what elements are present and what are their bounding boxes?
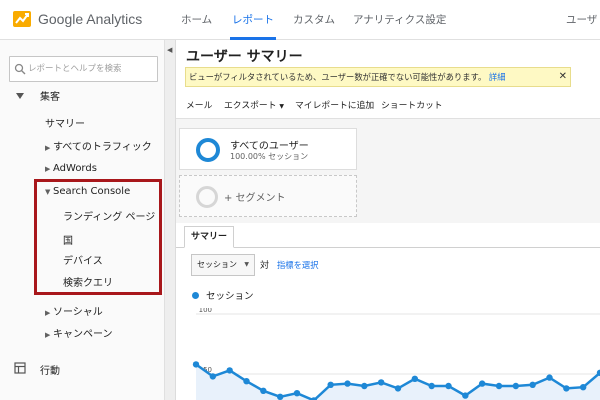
data-point[interactable]	[563, 385, 570, 392]
chevron-down-icon: ▼	[244, 261, 249, 268]
y-tick-label: 100	[199, 308, 212, 314]
caret-right-icon: ▶	[45, 331, 51, 339]
sidebar-section-behavior[interactable]: 行動	[40, 362, 60, 377]
legend-dot-icon	[192, 292, 199, 299]
tab-reports[interactable]: レポート	[230, 0, 276, 40]
sidebar-item-label: ソーシャル	[53, 307, 103, 318]
collapse-arrow-icon: ◀	[167, 46, 173, 54]
filter-warning: ビューがフィルタされているため、ユーザー数が正確でない可能性があります。 詳細 …	[185, 67, 571, 87]
data-point[interactable]	[428, 382, 435, 390]
shortcut-button[interactable]: ショートカット	[381, 98, 443, 111]
google-analytics-logo[interactable]: Google Analytics	[12, 8, 142, 30]
sessions-line-chart: 10050	[192, 308, 600, 400]
email-button[interactable]: メール	[186, 98, 212, 111]
data-point[interactable]	[462, 392, 469, 399]
export-label: エクスポート	[224, 101, 277, 111]
add-segment-label: + セグメント	[224, 193, 286, 204]
sidebar-item-all-traffic[interactable]: ▶ すべてのトラフィック	[45, 138, 152, 153]
data-point[interactable]	[226, 367, 233, 374]
tab-summary[interactable]: サマリー	[184, 226, 234, 248]
analytics-logo-icon	[13, 11, 31, 27]
sidebar-item-adwords[interactable]: ▶ AdWords	[45, 163, 97, 174]
segment-share: 100.00% セッション	[230, 152, 309, 161]
main-content: ユーザー サマリー ビューがフィルタされているため、ユーザー数が正確でない可能性…	[176, 40, 600, 400]
vs-label: 対	[260, 261, 270, 271]
tab-home[interactable]: ホーム	[181, 0, 212, 40]
data-point[interactable]	[579, 384, 587, 391]
data-point[interactable]	[276, 393, 284, 400]
add-to-dashboard-button[interactable]: マイレポートに追加	[295, 98, 374, 111]
acquisition-icon	[16, 93, 24, 99]
data-point[interactable]	[361, 382, 368, 390]
tab-user[interactable]: ユーザ	[566, 0, 597, 40]
search-input[interactable]	[28, 61, 156, 77]
top-bar: Google Analytics ホーム レポート カスタム アナリティクス設定…	[0, 0, 600, 40]
data-point[interactable]	[478, 380, 486, 387]
caret-right-icon: ▶	[45, 144, 51, 152]
chevron-down-icon: ▼	[279, 103, 284, 110]
metric-select-value: セッション	[197, 260, 237, 269]
data-point[interactable]	[192, 361, 200, 368]
data-point[interactable]	[529, 381, 536, 388]
legend-label: セッション	[206, 291, 254, 302]
choose-metric-link[interactable]: 指標を選択	[277, 259, 319, 271]
data-point[interactable]	[377, 379, 385, 386]
segment-ring-icon	[196, 138, 220, 162]
export-button[interactable]: エクスポート ▼	[224, 98, 284, 111]
tab-custom[interactable]: カスタム	[293, 0, 335, 40]
data-point[interactable]	[209, 373, 217, 380]
warning-text: ビューがフィルタされているため、ユーザー数が正確でない可能性があります。	[189, 72, 487, 82]
close-icon[interactable]: ✕	[559, 68, 567, 86]
page-title: ユーザー サマリー	[186, 49, 303, 65]
data-point[interactable]	[243, 378, 250, 385]
data-point[interactable]	[260, 387, 267, 394]
behavior-icon	[14, 362, 26, 374]
tab-admin[interactable]: アナリティクス設定	[353, 0, 446, 40]
brand-name: Google Analytics	[38, 11, 143, 27]
sidebar-search[interactable]	[9, 56, 158, 82]
data-point[interactable]	[293, 390, 301, 397]
sidebar-section-acquisition[interactable]: 集客	[40, 88, 60, 103]
sidebar-item-label: AdWords	[53, 163, 97, 174]
sidebar-item-social[interactable]: ▶ ソーシャル	[45, 303, 103, 318]
sidebar-collapse-handle[interactable]: ◀	[165, 40, 176, 400]
sidebar-item-label: キャンペーン	[53, 329, 113, 340]
sidebar-item-label: すべてのトラフィック	[53, 142, 152, 153]
warning-details-link[interactable]: 詳細	[489, 72, 506, 82]
data-point[interactable]	[411, 375, 419, 382]
data-point[interactable]	[512, 382, 520, 390]
sidebar-item-summary[interactable]: サマリー	[45, 115, 85, 130]
metric-select[interactable]: セッション ▼	[191, 254, 255, 276]
data-point[interactable]	[495, 382, 503, 390]
add-segment-button[interactable]: + セグメント	[179, 175, 357, 217]
search-console-highlight	[34, 179, 162, 295]
caret-right-icon: ▶	[45, 165, 51, 173]
caret-right-icon: ▶	[45, 309, 51, 317]
data-point[interactable]	[546, 374, 553, 381]
data-point[interactable]	[327, 381, 334, 388]
sidebar-item-campaigns[interactable]: ▶ キャンペーン	[45, 325, 113, 340]
data-point[interactable]	[344, 380, 351, 387]
data-point[interactable]	[394, 385, 402, 392]
segment-name: すべてのユーザー	[230, 141, 309, 152]
tab-underline	[176, 247, 600, 248]
empty-segment-ring-icon	[196, 186, 218, 208]
data-point[interactable]	[445, 382, 452, 390]
search-icon	[14, 63, 26, 75]
